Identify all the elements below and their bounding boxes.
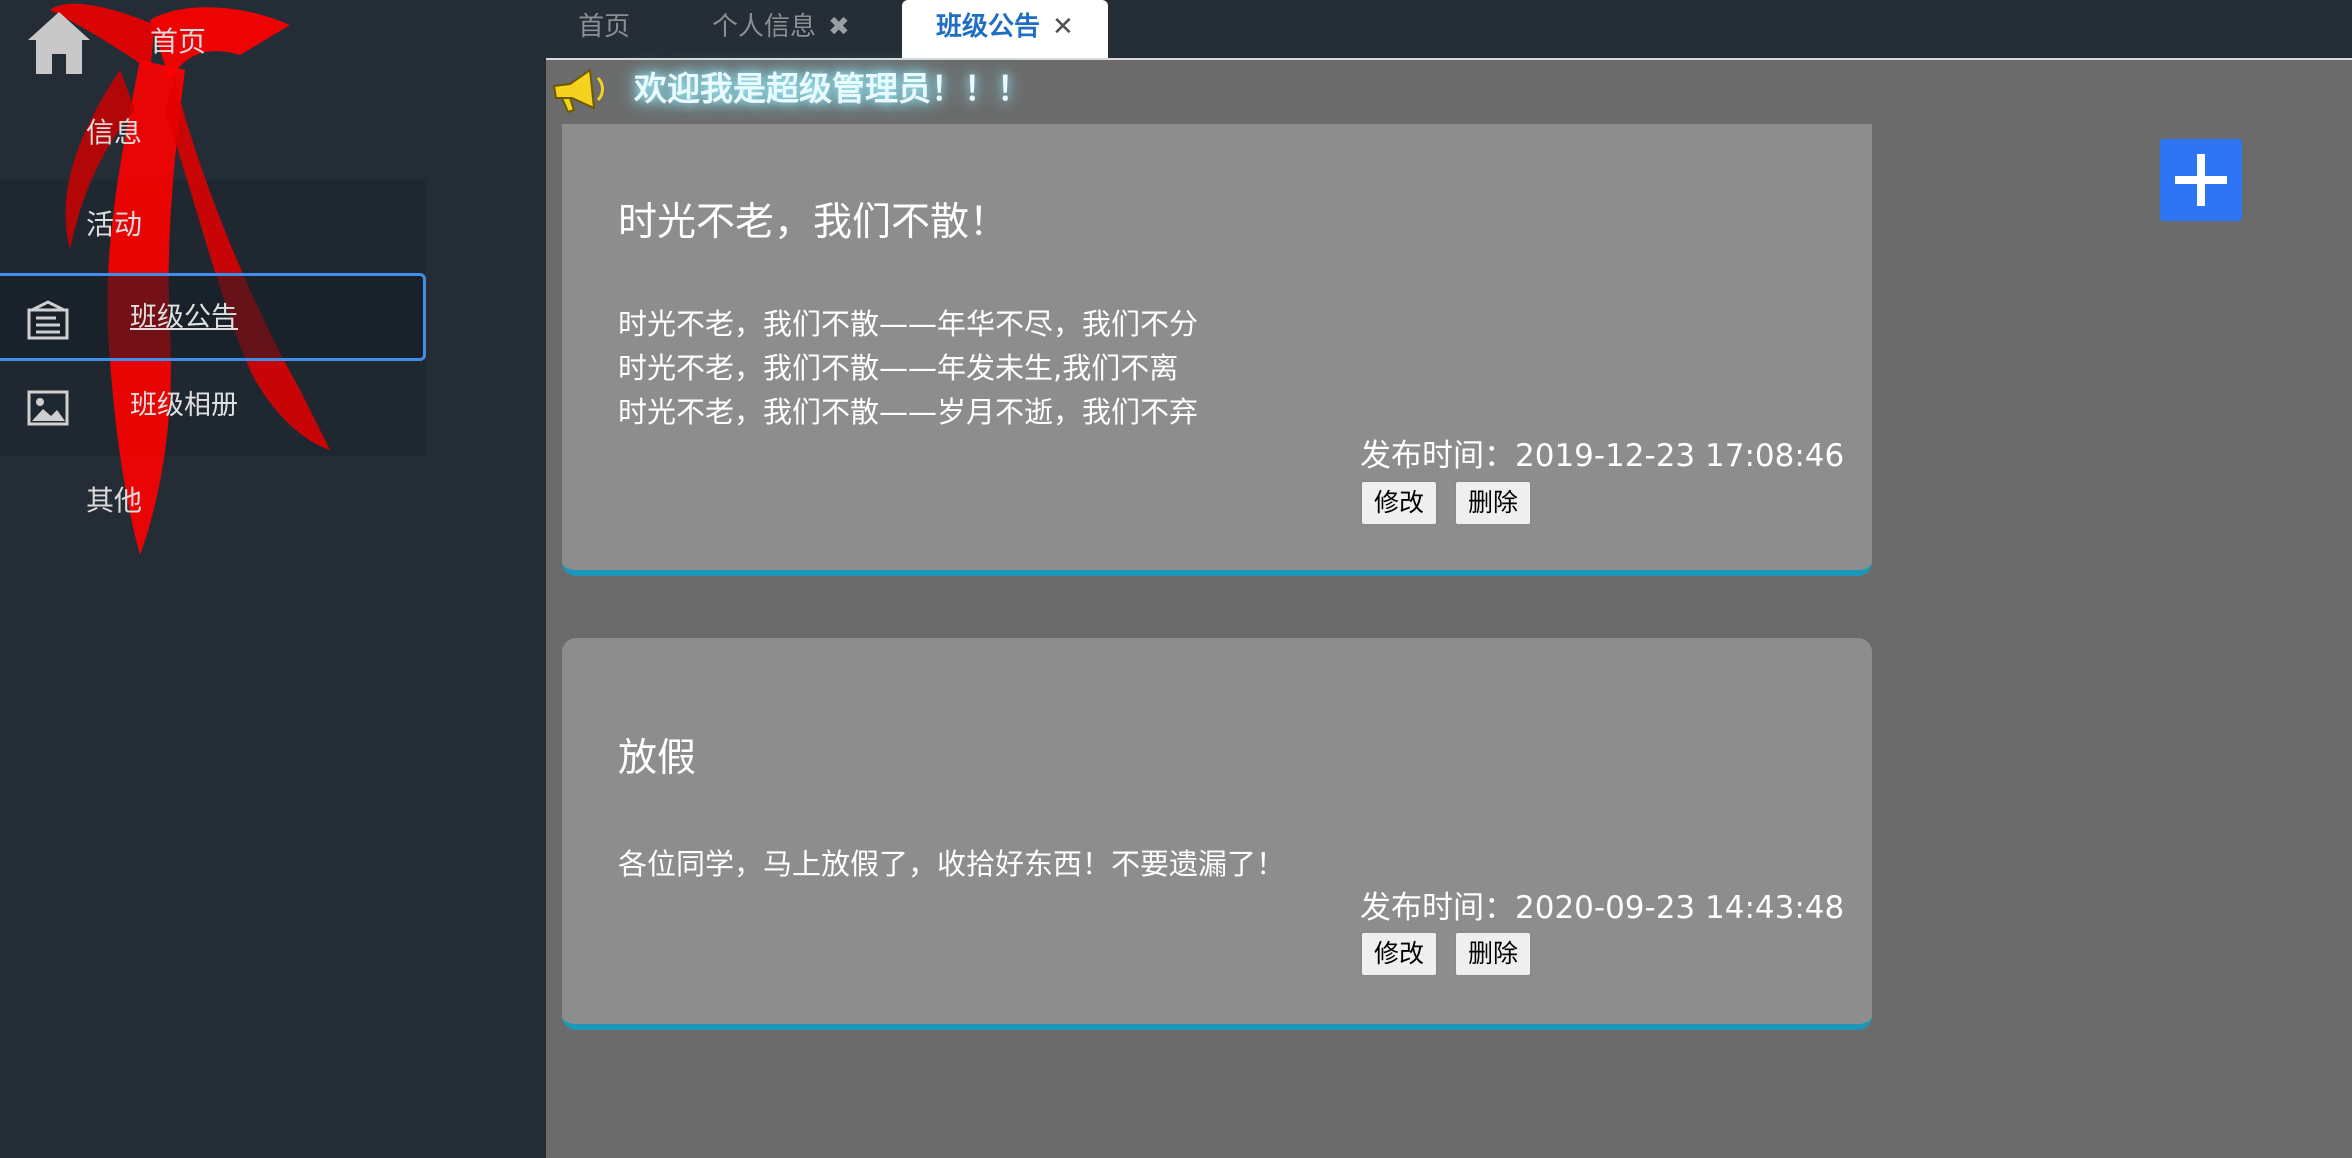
announcement-title: 放假 [618, 736, 697, 781]
image-icon [27, 390, 69, 426]
notice-board-icon [27, 300, 69, 340]
tab-personal-info[interactable]: 个人信息 ✖ [712, 0, 850, 58]
sidebar-item-class-album[interactable]: 班级相册 [0, 364, 426, 452]
delete-button[interactable]: 删除 [1454, 931, 1533, 977]
welcome-text: 欢迎我是超级管理员！！！ [634, 69, 1030, 108]
edit-button[interactable]: 修改 [1360, 480, 1439, 526]
sidebar: 首页 信息 活动 班级公告 班级相册 其他 [0, 0, 546, 1158]
sidebar-group-other[interactable]: 其他 [86, 481, 142, 521]
sidebar-home-label[interactable]: 首页 [150, 22, 206, 62]
announcement-card: 放假 各位同学，马上放假了，收拾好东西！不要遗漏了！ 发布时间：2020-09-… [562, 638, 1872, 1030]
home-icon[interactable] [24, 8, 94, 78]
publish-time: 发布时间：2020-09-23 14:43:48 [1360, 890, 1845, 926]
announcement-title: 时光不老，我们不散！ [618, 200, 1009, 245]
tab-home[interactable]: 首页 [578, 0, 630, 58]
edit-button[interactable]: 修改 [1360, 931, 1439, 977]
megaphone-icon [552, 68, 604, 114]
announcement-line: 时光不老，我们不散——年发未生,我们不离 [618, 351, 1179, 385]
close-icon[interactable]: ✕ [1052, 12, 1074, 42]
announcement-line: 时光不老，我们不散——年华不尽，我们不分 [618, 307, 1199, 341]
announcement-line: 各位同学，马上放假了，收拾好东西！不要遗漏了！ [618, 847, 1286, 881]
tab-bar: 首页 个人信息 ✖ 班级公告 ✕ [546, 0, 2352, 60]
welcome-banner: 欢迎我是超级管理员！！！ [548, 62, 1068, 118]
delete-button[interactable]: 删除 [1454, 480, 1533, 526]
tab-label: 个人信息 [712, 12, 817, 42]
announcement-card: 时光不老，我们不散！ 时光不老，我们不散——年华不尽，我们不分 时光不老，我们不… [562, 124, 1872, 576]
tab-label: 班级公告 [936, 12, 1041, 42]
tab-class-notice[interactable]: 班级公告 ✕ [902, 0, 1108, 58]
sidebar-item-label: 班级公告 [130, 302, 238, 333]
add-announcement-button[interactable] [2160, 139, 2242, 221]
tab-label: 首页 [578, 12, 631, 42]
sidebar-item-class-notice[interactable]: 班级公告 [0, 273, 426, 361]
sidebar-group-activity[interactable]: 活动 [86, 205, 142, 245]
sidebar-group-info[interactable]: 信息 [86, 113, 142, 153]
sidebar-item-label: 班级相册 [130, 390, 238, 421]
publish-time: 发布时间：2019-12-23 17:08:46 [1360, 438, 1845, 474]
close-icon[interactable]: ✖ [828, 12, 850, 42]
announcement-line: 时光不老，我们不散——岁月不逝，我们不弃 [618, 395, 1199, 429]
